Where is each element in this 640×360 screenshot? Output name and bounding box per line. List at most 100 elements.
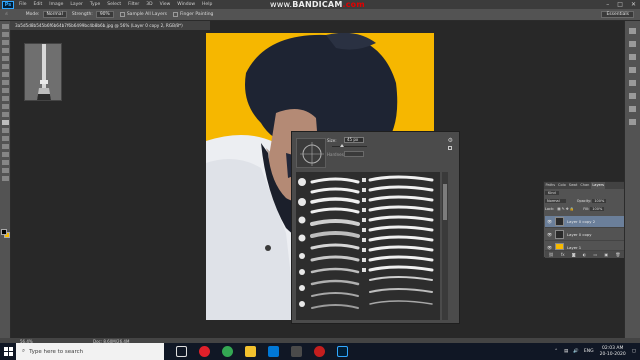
network-icon[interactable]: ▤ xyxy=(564,349,568,354)
minimize-button[interactable]: – xyxy=(606,1,609,8)
layer-row[interactable]: 👁 Layer 0 copy 2 xyxy=(545,216,624,228)
crop-tool-icon[interactable] xyxy=(1,56,9,61)
menu-edit[interactable]: Edit xyxy=(34,2,43,7)
mode-select[interactable]: Normal xyxy=(42,11,67,18)
windows-start-button[interactable] xyxy=(0,343,16,360)
gradient-tool-icon[interactable] xyxy=(1,112,9,117)
clone-stamp-tool-icon[interactable] xyxy=(1,88,9,93)
layer-row[interactable]: 👁 Layer 0 copy xyxy=(545,229,624,241)
link-icon[interactable]: ⛓ xyxy=(549,252,554,257)
strength-input[interactable]: 90% xyxy=(95,11,114,18)
fill-input[interactable]: 100% xyxy=(590,207,605,211)
new-layer-icon[interactable]: ▣ xyxy=(604,252,608,257)
hand-tool-icon[interactable] xyxy=(1,168,9,173)
shape-tool-icon[interactable] xyxy=(1,160,9,165)
info-icon[interactable] xyxy=(629,106,636,112)
notifications-icon[interactable]: ▢ xyxy=(632,349,636,354)
folder-icon[interactable]: ▭ xyxy=(593,252,597,257)
eye-icon[interactable]: 👁 xyxy=(547,245,552,250)
workspace-select[interactable]: Essentials xyxy=(601,11,634,18)
maximize-button[interactable]: □ xyxy=(617,1,623,8)
tab-paths[interactable]: Paths xyxy=(544,182,557,189)
close-button[interactable]: ✕ xyxy=(631,1,636,8)
brush-preset-picker[interactable]: Size: 45 px Hardness: ⚙ xyxy=(291,131,460,324)
sample-all-layers-checkbox[interactable] xyxy=(119,12,125,17)
menu-view[interactable]: View xyxy=(160,2,171,7)
tool-preset-icon[interactable]: ☝ xyxy=(5,12,8,17)
pen-tool-icon[interactable] xyxy=(1,136,9,141)
menu-file[interactable]: File xyxy=(19,2,27,7)
brush-preset-list[interactable] xyxy=(296,172,440,320)
zoom-tool-icon[interactable] xyxy=(1,176,9,181)
tab-color[interactable]: Colo xyxy=(557,182,568,189)
volume-icon[interactable]: 🔊 xyxy=(573,349,579,354)
layer-row[interactable]: 👁 Layer 1 xyxy=(545,242,624,251)
menu-help[interactable]: Help xyxy=(202,2,212,7)
tab-swatches[interactable]: Swat xyxy=(567,182,579,189)
dodge-tool-icon[interactable] xyxy=(1,128,9,133)
healing-brush-tool-icon[interactable] xyxy=(1,72,9,77)
taskbar-search[interactable]: ⌕ Type here to search xyxy=(16,343,164,360)
adjustment-icon[interactable]: ◐ xyxy=(583,252,587,257)
brush-size-slider[interactable] xyxy=(332,146,367,147)
chrome-icon[interactable] xyxy=(222,346,233,357)
document-tab[interactable]: 3a5d5d8b545b6f6b64b7f6b6499bc4b8b6b.jpg … xyxy=(10,21,210,30)
menu-select[interactable]: Select xyxy=(107,2,121,7)
blend-mode-select[interactable]: Normal xyxy=(545,199,566,203)
quick-select-tool-icon[interactable] xyxy=(1,48,9,53)
opacity-input[interactable]: 100% xyxy=(592,199,607,203)
menu-window[interactable]: Window xyxy=(177,2,195,7)
brush-angle-preview[interactable] xyxy=(296,138,326,168)
fx-icon[interactable]: fx xyxy=(561,252,565,257)
type-tool-icon[interactable] xyxy=(1,144,9,149)
menu-filter[interactable]: Filter xyxy=(128,2,139,7)
eyedropper-tool-icon[interactable] xyxy=(1,64,9,69)
history-brush-tool-icon[interactable] xyxy=(1,96,9,101)
menu-type[interactable]: Type xyxy=(90,2,100,7)
brush-list-scroll-thumb[interactable] xyxy=(443,184,447,220)
tab-layers[interactable]: Layers xyxy=(590,182,606,189)
opera-icon[interactable] xyxy=(199,346,210,357)
move-tool-icon[interactable] xyxy=(1,24,9,29)
language-indicator[interactable]: ENG xyxy=(584,349,594,354)
menu-3d[interactable]: 3D xyxy=(146,2,152,7)
photoshop-taskbar-icon[interactable] xyxy=(337,346,348,357)
new-preset-icon[interactable] xyxy=(448,146,452,150)
color-swatches[interactable] xyxy=(1,229,11,239)
brush-size-slider-thumb[interactable] xyxy=(340,144,344,147)
eye-icon[interactable]: 👁 xyxy=(547,232,552,237)
clock[interactable]: 02:03 AM 20-10-2020 xyxy=(600,346,626,357)
marquee-tool-icon[interactable] xyxy=(1,32,9,37)
character-icon[interactable] xyxy=(629,80,636,86)
tray-up-icon[interactable]: ⌃ xyxy=(554,349,558,354)
eye-icon[interactable]: 👁 xyxy=(547,219,552,224)
brush-hardness-input[interactable] xyxy=(344,151,364,157)
tab-channels[interactable]: Chan xyxy=(579,182,591,189)
bandicam-icon[interactable] xyxy=(314,346,325,357)
store-icon[interactable] xyxy=(268,346,279,357)
gear-icon[interactable]: ⚙ xyxy=(448,137,453,144)
file-explorer-icon[interactable] xyxy=(245,346,256,357)
kind-filter[interactable]: Kind xyxy=(545,191,559,195)
lasso-tool-icon[interactable] xyxy=(1,40,9,45)
adjustments-icon[interactable] xyxy=(629,54,636,60)
smudge-tool-icon[interactable] xyxy=(1,120,9,125)
media-icon[interactable] xyxy=(291,346,302,357)
navigator-icon[interactable] xyxy=(629,119,636,125)
foreground-color-swatch[interactable] xyxy=(1,229,7,235)
brush-size-input[interactable]: 45 px xyxy=(344,137,364,143)
paragraph-icon[interactable] xyxy=(629,93,636,99)
history-icon[interactable] xyxy=(629,28,636,34)
menu-image[interactable]: Image xyxy=(49,2,63,7)
lock-icons[interactable]: ▦ ✎ ✥ 🔒 xyxy=(557,207,574,211)
mask-icon[interactable]: ◙ xyxy=(572,252,576,257)
menu-layer[interactable]: Layer xyxy=(70,2,83,7)
eraser-tool-icon[interactable] xyxy=(1,104,9,109)
task-view-icon[interactable] xyxy=(176,346,187,357)
path-select-tool-icon[interactable] xyxy=(1,152,9,157)
brush-tool-icon[interactable] xyxy=(1,80,9,85)
properties-icon[interactable] xyxy=(629,41,636,47)
finger-painting-checkbox[interactable] xyxy=(173,12,179,17)
brush-settings-icon[interactable] xyxy=(629,67,636,73)
trash-icon[interactable]: 🗑 xyxy=(615,252,620,257)
